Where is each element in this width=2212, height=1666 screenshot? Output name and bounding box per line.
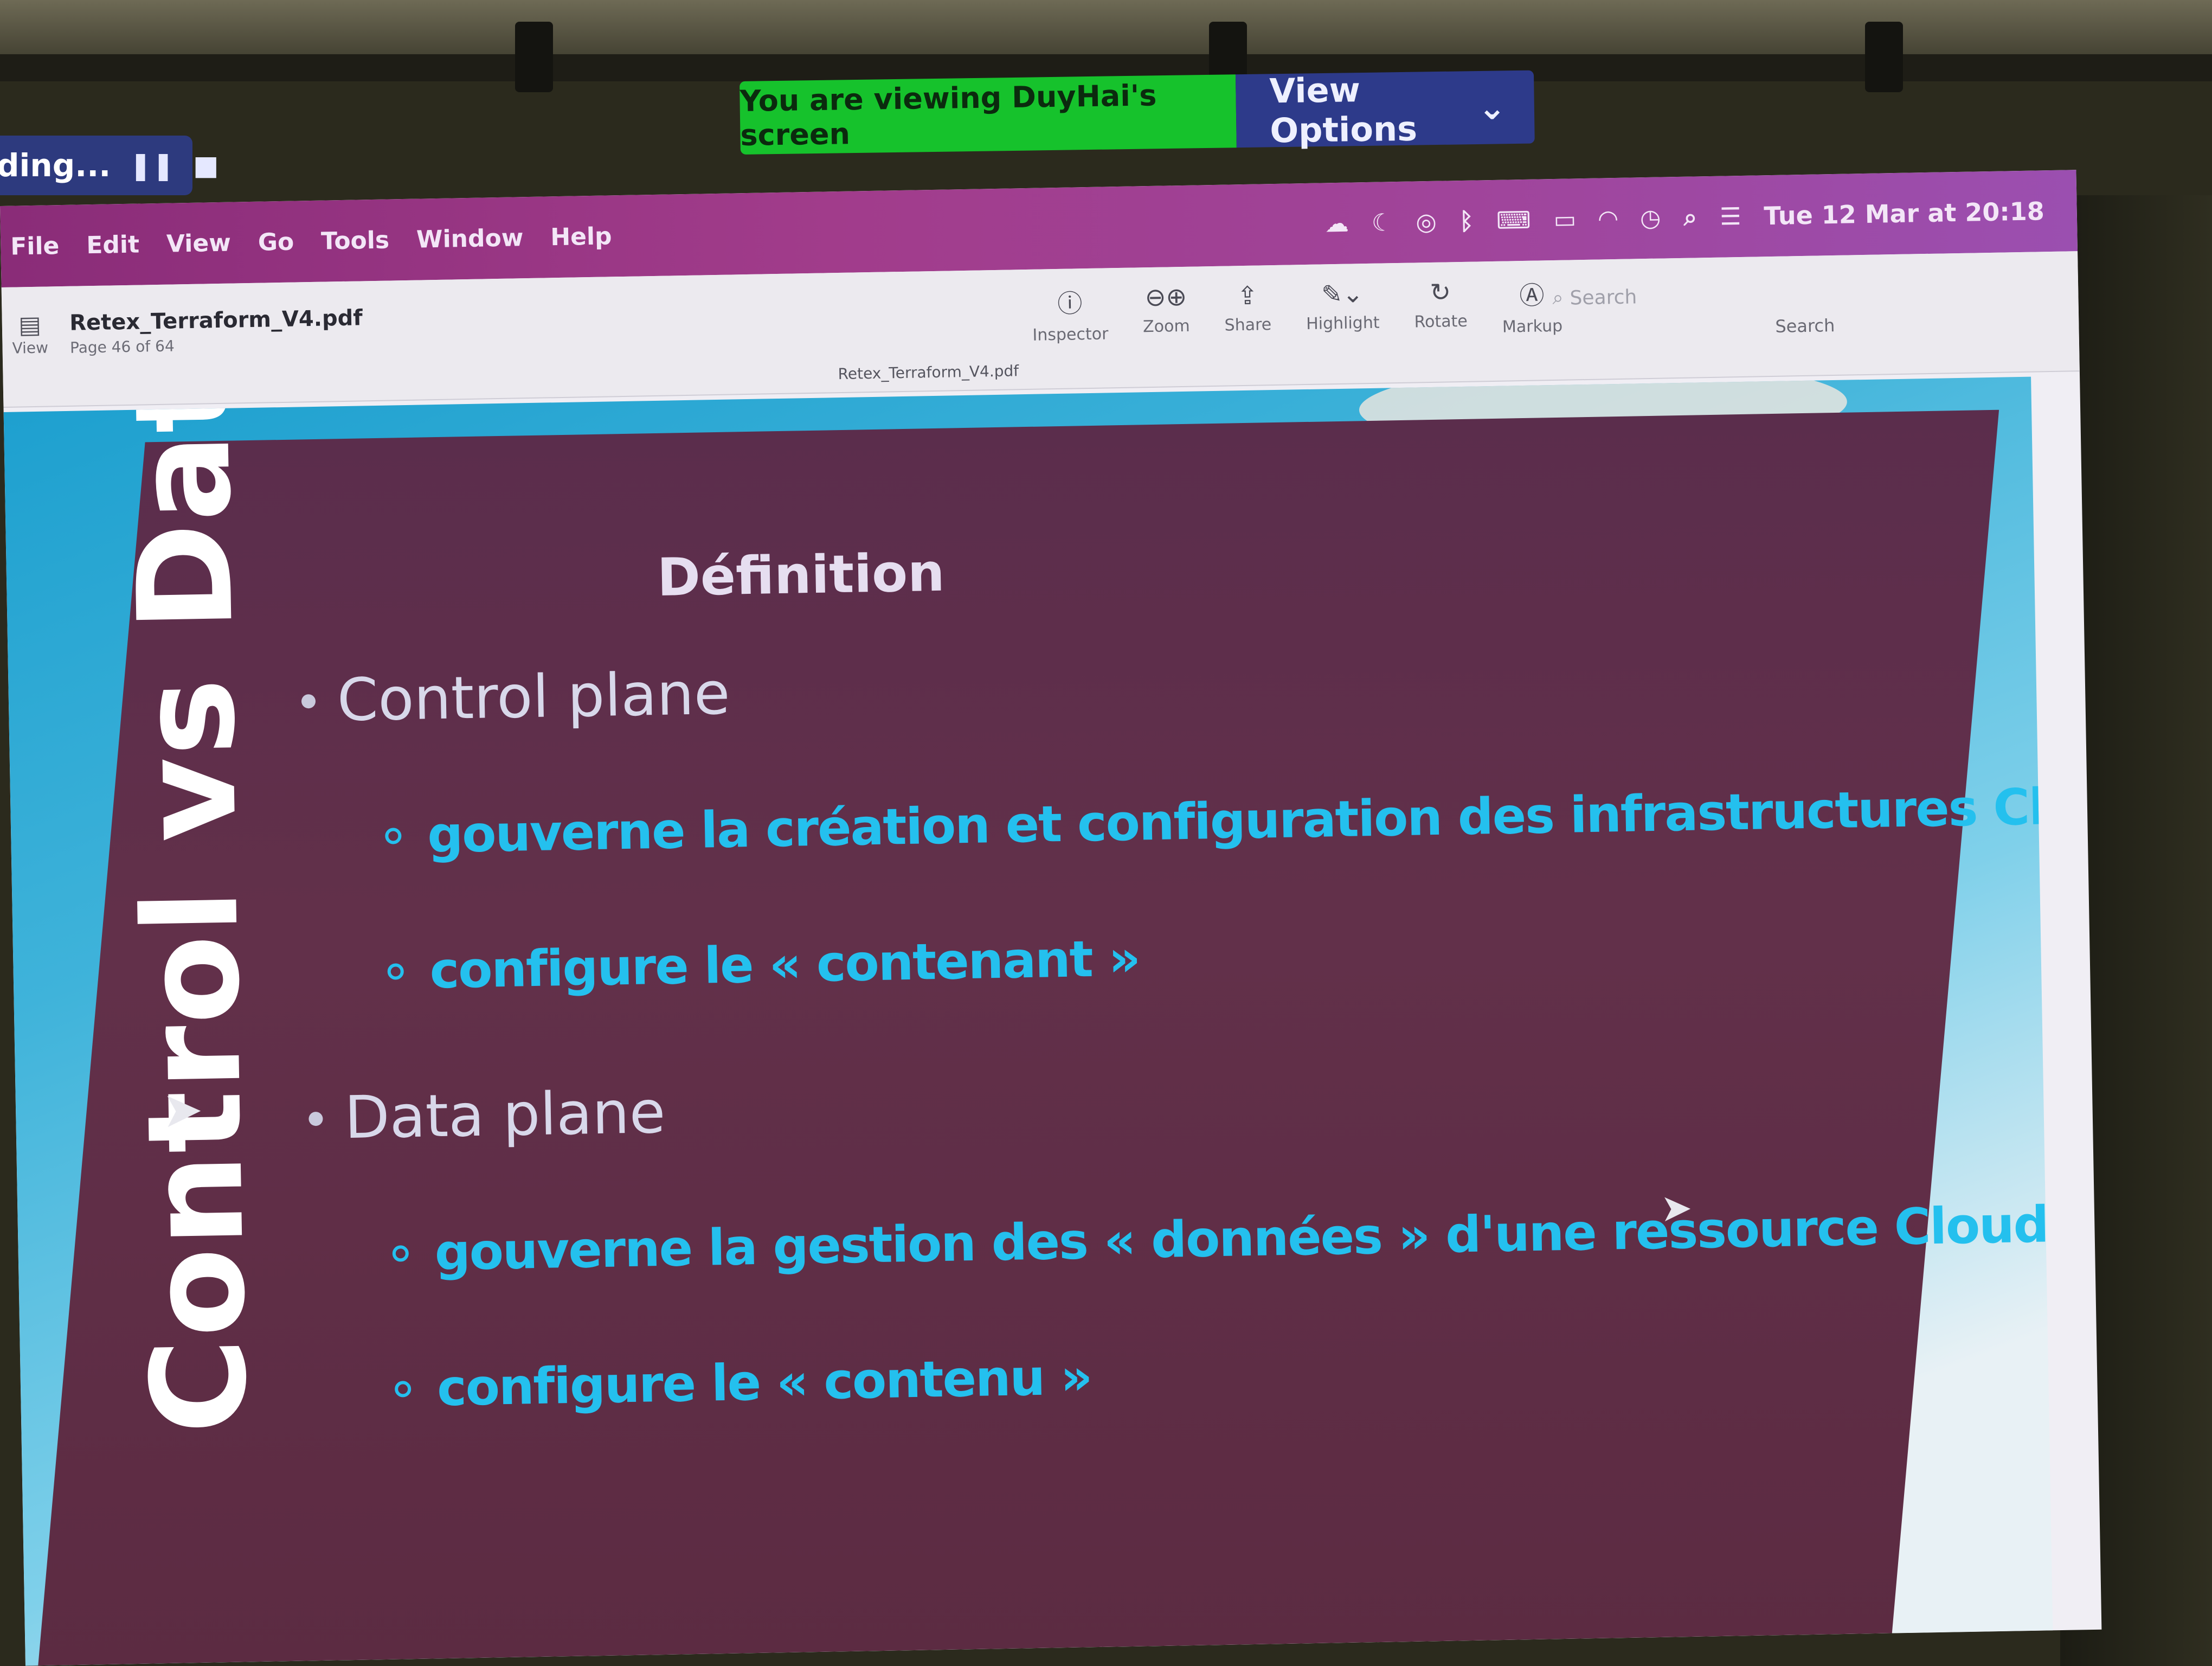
document-info: Retex_Terraform_V4.pdf Page 46 of 64 — [69, 305, 363, 356]
bluetooth-icon[interactable]: ᛒ — [1459, 207, 1474, 235]
slide-side-title: Control vs Data — [104, 376, 276, 1436]
pointer-cursor-icon: ➤ — [162, 1081, 204, 1139]
bullet-control-plane: Control plane — [301, 660, 730, 735]
menu-window[interactable]: Window — [416, 224, 524, 253]
ceiling-bracket — [1865, 22, 1903, 92]
pause-icon[interactable]: ❚❚ — [129, 150, 175, 181]
highlight-icon: ✎⌄ — [1321, 279, 1364, 309]
document-title: Retex_Terraform_V4.pdf — [69, 305, 363, 336]
rotate-label: Rotate — [1414, 311, 1468, 332]
menu-view[interactable]: View — [166, 229, 232, 258]
sub-bullet: configure le « contenu » — [394, 1348, 1092, 1418]
pointer-cursor-icon: ➤ — [1660, 1185, 1693, 1231]
focus-icon[interactable]: ◎ — [1416, 208, 1437, 236]
zoom-icon: ⊖⊕ — [1144, 281, 1187, 312]
view-options-label: View Options — [1269, 69, 1418, 150]
share-label: Share — [1224, 315, 1272, 335]
zoom-button[interactable]: ⊖⊕ Zoom — [1142, 282, 1190, 343]
slide: Control vs Data Définition Control plane… — [3, 376, 2053, 1666]
view-label: View — [12, 338, 49, 357]
page-info: Page 46 of 64 — [69, 337, 175, 357]
time-machine-icon[interactable]: ◷ — [1640, 204, 1661, 232]
spotlight-icon[interactable]: ⌕ — [1683, 203, 1697, 231]
bullet-text: Data plane — [344, 1078, 666, 1152]
stop-icon[interactable]: ■ — [193, 150, 218, 181]
cloud-icon[interactable]: ☁ — [1324, 209, 1349, 238]
menu-tools[interactable]: Tools — [321, 226, 390, 255]
moon-icon[interactable]: ☾ — [1371, 209, 1393, 237]
sidebar-icon: ▤ — [18, 311, 42, 339]
share-icon: ⇪ — [1237, 280, 1258, 311]
markup-label: Markup — [1502, 316, 1563, 337]
clock[interactable]: Tue 12 Mar at 20:18 — [1764, 196, 2044, 230]
search-label: Search — [1775, 315, 1835, 337]
search-field[interactable]: ⌕ Search — [1552, 277, 1759, 316]
bullet-dot — [308, 1111, 323, 1126]
zoom-label: Zoom — [1142, 316, 1190, 337]
battery-icon[interactable]: ▭ — [1553, 206, 1576, 234]
bullet-text: Control plane — [336, 659, 731, 735]
toolbar-tools: ⓘ Inspector ⊖⊕ Zoom ⇪ Share ✎⌄ Highlight… — [1032, 275, 1563, 345]
ceiling-bracket — [515, 22, 553, 92]
sub-bullet-ring — [392, 1245, 409, 1262]
sub-bullet-text: configure le « contenant » — [429, 929, 1140, 1000]
toolbar-left: ▤ View Retex_Terraform_V4.pdf Page 46 of… — [11, 305, 363, 357]
rotate-icon: ↻ — [1429, 277, 1451, 307]
info-icon: ⓘ — [1057, 289, 1083, 318]
status-area: ☁ ☾ ◎ ᛒ ⌨ ▭ ◠ ◷ ⌕ ☰ Tue 12 Mar at 20:18 — [1324, 196, 2077, 238]
control-center-icon[interactable]: ☰ — [1720, 202, 1741, 230]
inspector-label: Inspector — [1032, 324, 1109, 345]
recording-bar: ding... ❚❚ ■ — [0, 136, 218, 195]
chevron-down-icon: ⌄ — [1477, 87, 1507, 127]
sub-bullet-ring — [394, 1380, 411, 1398]
sub-bullet-text: configure le « contenu » — [436, 1348, 1092, 1418]
view-options-button[interactable]: View Options ⌄ — [1235, 69, 1535, 150]
bullet-data-plane: Data plane — [308, 1079, 666, 1152]
menu-go[interactable]: Go — [258, 228, 294, 256]
rotate-button[interactable]: ↻ Rotate — [1413, 277, 1468, 338]
document-tab-title: Retex_Terraform_V4.pdf — [838, 362, 1019, 383]
keyboard-icon[interactable]: ⌨ — [1496, 206, 1531, 234]
wifi-icon[interactable]: ◠ — [1599, 204, 1618, 233]
slide-panel — [36, 409, 1999, 1666]
bullet-dot — [301, 694, 316, 708]
inspector-button[interactable]: ⓘ Inspector — [1032, 283, 1109, 345]
menu-help[interactable]: Help — [550, 222, 612, 251]
share-button[interactable]: ⇪ Share — [1224, 280, 1272, 341]
menu-items: File Edit View Go Tools Window Help — [10, 222, 612, 260]
shared-screen: File Edit View Go Tools Window Help ☁ ☾ … — [0, 170, 2102, 1666]
screen-share-banner: You are viewing DuyHai's screen View Opt… — [740, 69, 1535, 155]
slide-title: Définition — [657, 542, 946, 608]
menu-file[interactable]: File — [10, 232, 60, 261]
share-status: You are viewing DuyHai's screen — [740, 74, 1237, 155]
sub-bullet-ring — [387, 963, 404, 980]
markup-icon: Ⓐ — [1519, 280, 1545, 311]
highlight-label: Highlight — [1306, 313, 1380, 334]
highlight-button[interactable]: ✎⌄ Highlight — [1306, 279, 1380, 340]
recording-label: ding... — [0, 147, 111, 184]
sub-bullet-ring — [385, 827, 402, 844]
sidebar-view-button[interactable]: ▤ View — [11, 311, 48, 357]
menu-edit[interactable]: Edit — [86, 230, 140, 259]
search-icon: ⌕ — [1552, 286, 1564, 310]
search-placeholder: Search — [1570, 285, 1637, 309]
